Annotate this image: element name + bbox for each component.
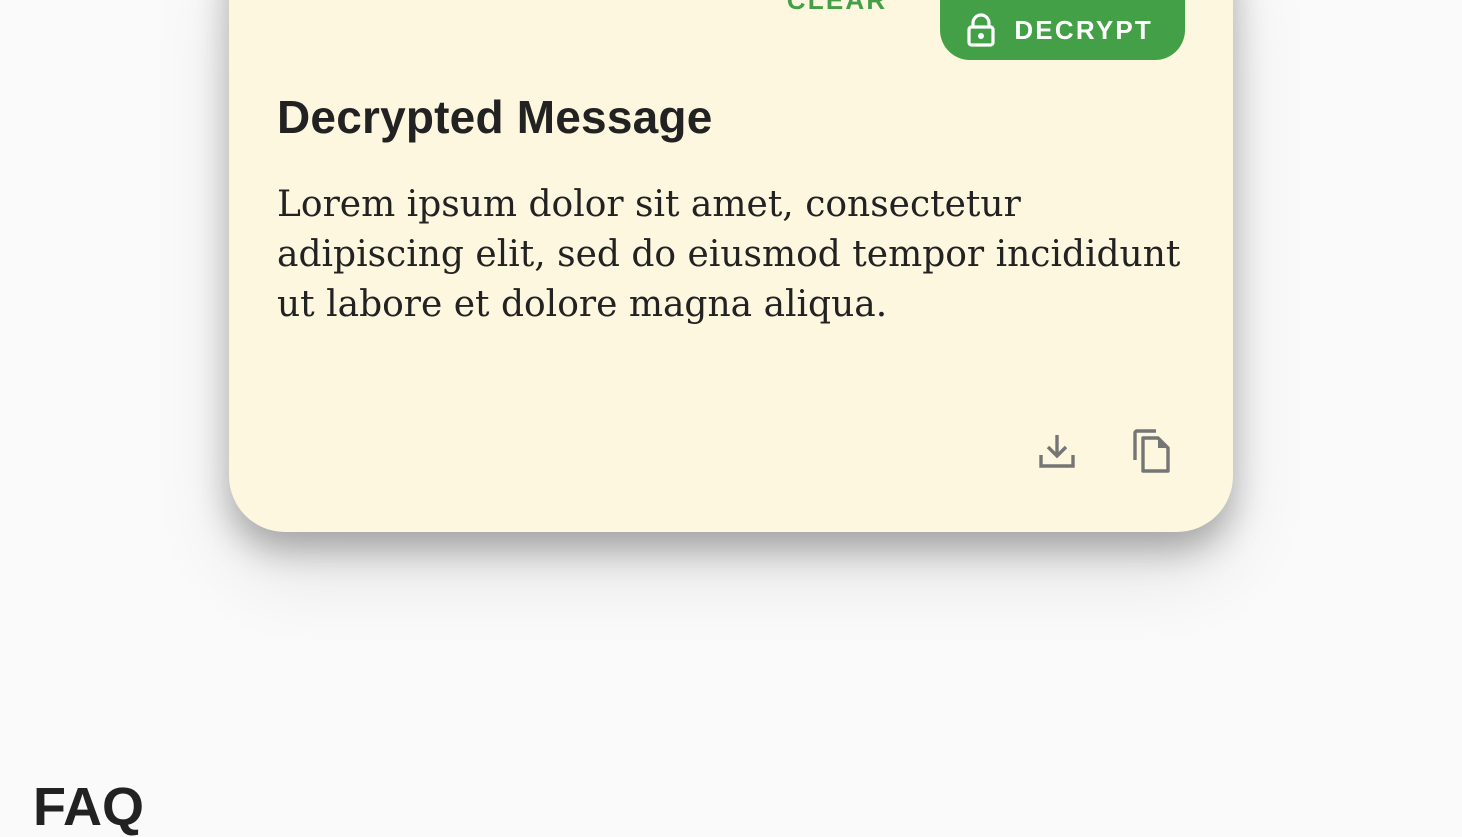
clear-button[interactable]: CLEAR (763, 0, 912, 30)
decrypted-message-card: CLEAR DECRYPT Decrypted Message Lorem ip… (229, 0, 1233, 532)
copy-icon (1132, 428, 1172, 477)
decrypted-message-title: Decrypted Message (277, 91, 713, 143)
copy-button[interactable] (1128, 428, 1176, 476)
card-actions: CLEAR DECRYPT (763, 0, 1185, 60)
faq-heading: FAQ (33, 777, 145, 837)
download-icon (1037, 431, 1077, 474)
decrypt-button[interactable]: DECRYPT (940, 0, 1185, 60)
download-button[interactable] (1033, 428, 1081, 476)
lock-icon (966, 13, 996, 47)
decrypted-message-text: Lorem ipsum dolor sit amet, consectetur … (277, 184, 1181, 325)
clear-button-label: CLEAR (787, 0, 888, 15)
decrypt-button-label: DECRYPT (1014, 15, 1153, 45)
